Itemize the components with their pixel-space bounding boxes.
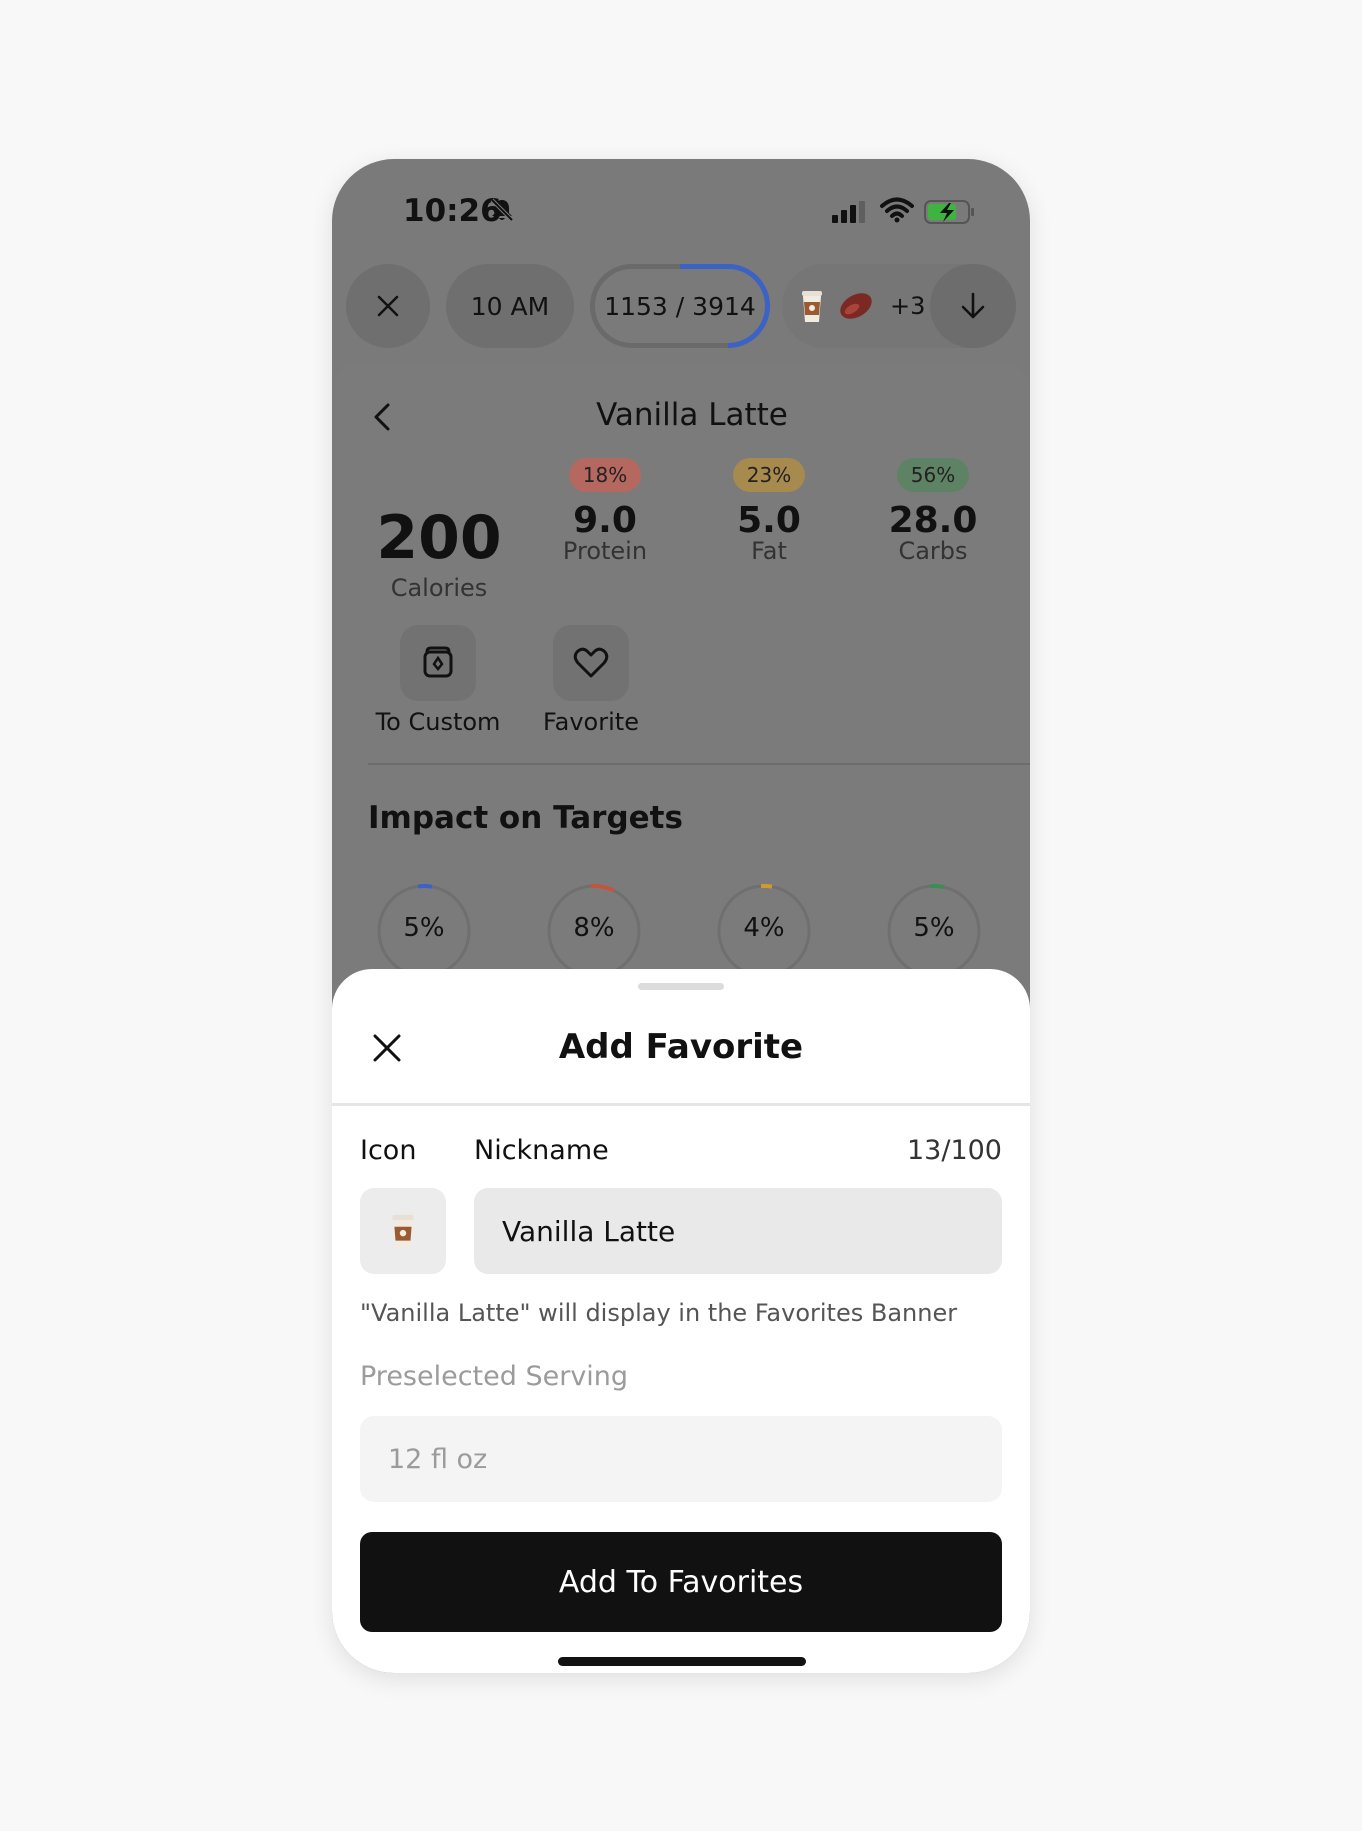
macro-percent-badge: 56% xyxy=(896,458,970,492)
sausage-icon xyxy=(840,293,872,319)
wifi-icon xyxy=(880,197,914,223)
coffee-cup-icon xyxy=(802,291,822,322)
impact-ring-4: 5% xyxy=(886,883,982,979)
calorie-progress-arc xyxy=(680,264,770,348)
battery-charging-icon xyxy=(924,200,974,224)
macro-value: 5.0 xyxy=(737,500,801,541)
to-custom-button[interactable] xyxy=(400,625,476,701)
custom-food-icon xyxy=(423,646,453,678)
phone-screen: 10:26 10 AM 1153 / 3914 +3 Vanilla Latte… xyxy=(332,159,1030,1673)
macro-label: Protein xyxy=(562,537,648,565)
scroll-down-button[interactable] xyxy=(930,264,1016,348)
bell-muted-icon xyxy=(490,198,514,222)
impact-ring-value: 5% xyxy=(403,913,445,943)
coffee-cup-icon xyxy=(392,1214,414,1249)
macro-value: 9.0 xyxy=(573,500,637,541)
add-to-favorites-button[interactable]: Add To Favorites xyxy=(360,1532,1002,1632)
favorite-label: Favorite xyxy=(543,708,639,736)
nickname-input[interactable] xyxy=(474,1188,1002,1274)
add-favorite-sheet: Add Favorite Icon Nickname 13/100 "Vanil… xyxy=(332,969,1030,1673)
macro-carbs: 56% 28.0 Carbs xyxy=(863,458,1003,565)
heart-icon xyxy=(573,647,609,678)
signal-icon xyxy=(832,201,865,223)
impact-title: Impact on Targets xyxy=(368,800,683,836)
icon-label: Icon xyxy=(360,1135,417,1166)
food-title: Vanilla Latte xyxy=(596,397,788,433)
calorie-progress-chip[interactable]: 1153 / 3914 xyxy=(590,264,770,348)
impact-ring-value: 5% xyxy=(913,913,955,943)
impact-ring-3: 4% xyxy=(716,883,812,979)
arrow-down-icon xyxy=(961,292,985,319)
icon-picker[interactable] xyxy=(360,1188,446,1274)
macro-label: Carbs xyxy=(898,537,968,565)
impact-ring-value: 4% xyxy=(743,913,785,943)
nickname-hint: "Vanilla Latte" will display in the Favo… xyxy=(360,1299,958,1327)
favorite-button[interactable] xyxy=(553,625,629,701)
macro-percent-badge: 23% xyxy=(732,458,806,492)
macro-percent-badge: 18% xyxy=(568,458,642,492)
macro-label: Fat xyxy=(751,537,787,565)
sheet-title: Add Favorite xyxy=(558,1027,804,1067)
home-indicator xyxy=(558,1657,806,1666)
macro-protein: 18% 9.0 Protein xyxy=(535,458,675,565)
close-button[interactable] xyxy=(346,264,430,348)
nickname-char-count: 13/100 xyxy=(907,1135,1002,1166)
nickname-label: Nickname xyxy=(474,1135,609,1166)
section-divider xyxy=(368,763,1030,765)
impact-ring-2: 8% xyxy=(546,883,642,979)
close-icon xyxy=(377,295,399,317)
macro-value: 28.0 xyxy=(888,500,978,541)
impact-ring-1: 5% xyxy=(376,883,472,979)
sheet-divider xyxy=(332,1103,1030,1106)
time-chip-label: 10 AM xyxy=(470,291,550,321)
impact-ring-value: 8% xyxy=(573,913,615,943)
macro-fat: 23% 5.0 Fat xyxy=(699,458,839,565)
calories-label: Calories xyxy=(390,574,488,602)
serving-field[interactable] xyxy=(360,1416,1002,1502)
more-foods-count: +3 xyxy=(890,292,926,320)
to-custom-label: To Custom xyxy=(375,708,501,736)
time-chip[interactable]: 10 AM xyxy=(446,264,574,348)
calories-value: 200 xyxy=(376,503,502,573)
sheet-grabber[interactable] xyxy=(638,983,724,990)
serving-label: Preselected Serving xyxy=(360,1361,629,1392)
status-time: 10:26 xyxy=(403,193,502,229)
